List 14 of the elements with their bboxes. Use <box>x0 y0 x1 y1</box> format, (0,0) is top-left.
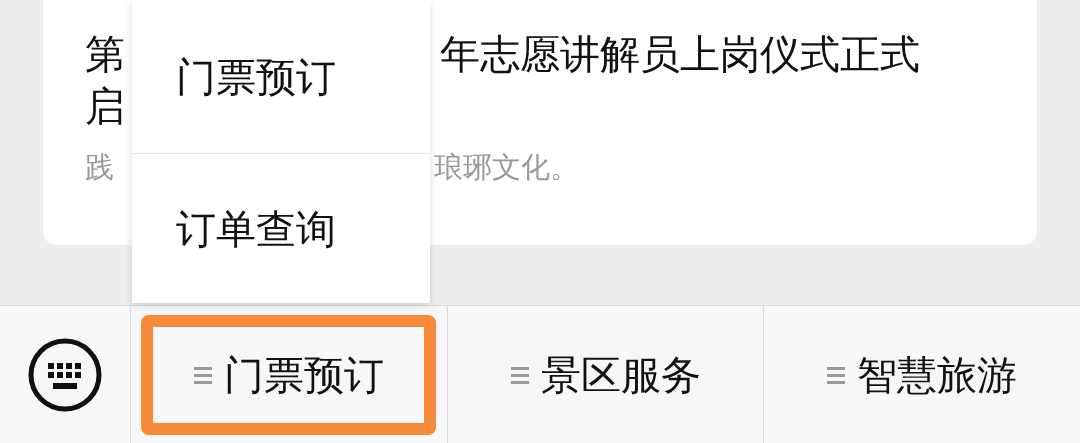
submenu-item[interactable]: 订单查询 <box>132 153 430 303</box>
article-title: 第 <box>85 30 125 79</box>
submenu-item[interactable]: 门票预订 <box>132 0 430 153</box>
menu-tab[interactable]: 门票预订 <box>141 314 437 435</box>
menu-tab[interactable]: 智慧旅游 <box>807 314 1038 435</box>
menu-tab[interactable]: 景区服务 <box>490 314 721 435</box>
keyboard-icon[interactable] <box>27 336 103 413</box>
menu-icon <box>510 364 529 385</box>
menu-icon <box>827 364 846 385</box>
article-title: 启 <box>85 82 125 131</box>
article-title: 年志愿讲解员上岗仪式正式 <box>440 30 920 79</box>
article-summary: 琅琊文化。 <box>434 149 579 186</box>
article-summary: 践 <box>85 149 114 186</box>
menu-icon <box>193 364 212 385</box>
